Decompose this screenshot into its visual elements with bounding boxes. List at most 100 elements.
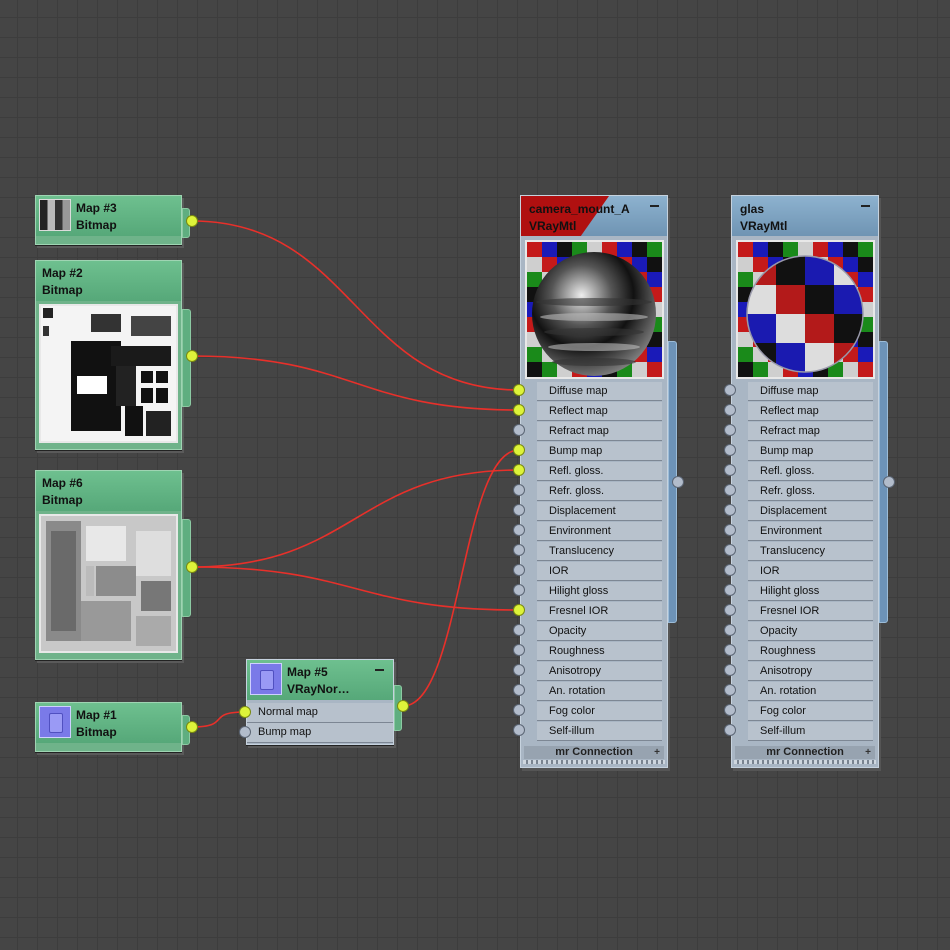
input-socket[interactable] [513, 664, 525, 676]
slot-hilight-gloss[interactable]: Hilight gloss [537, 582, 662, 601]
slot-refl-gloss[interactable]: Refl. gloss. [537, 462, 662, 481]
node-map-3[interactable]: Map #3 Bitmap [35, 195, 190, 245]
node-material-camera-mount-a[interactable]: camera_mount_A VRayMtl Diffuse map Reflec… [513, 195, 677, 768]
node-map-1[interactable]: Map #1 Bitmap [35, 702, 190, 752]
output-socket-map-2[interactable] [186, 350, 198, 362]
slot-fog-color[interactable]: Fog color [748, 702, 873, 721]
input-socket[interactable] [724, 624, 736, 636]
slot-diffuse-map[interactable]: Diffuse map [537, 382, 662, 401]
slot-displacement[interactable]: Displacement [748, 502, 873, 521]
slot-refract-map[interactable]: Refract map [537, 422, 662, 441]
input-socket[interactable] [724, 464, 736, 476]
input-socket[interactable] [513, 384, 525, 396]
slot-an-rotation[interactable]: An. rotation [748, 682, 873, 701]
input-socket[interactable] [513, 684, 525, 696]
input-socket[interactable] [513, 564, 525, 576]
slot-bump-map[interactable]: Bump map [247, 723, 393, 743]
slot-hilight-gloss[interactable]: Hilight gloss [748, 582, 873, 601]
slot-bump-map[interactable]: Bump map [537, 442, 662, 461]
slot-normal-map[interactable]: Normal map [247, 703, 393, 723]
slot-translucency[interactable]: Translucency [537, 542, 662, 561]
slot-reflect-map[interactable]: Reflect map [748, 402, 873, 421]
slot-opacity[interactable]: Opacity [748, 622, 873, 641]
minimize-button[interactable] [650, 205, 659, 207]
node-type: Bitmap [76, 218, 117, 232]
input-socket[interactable] [513, 444, 525, 456]
node-material-glas[interactable]: glas VRayMtl Diffuse map Reflect map Refra… [724, 195, 888, 768]
input-socket[interactable] [724, 544, 736, 556]
output-socket-map-6[interactable] [186, 561, 198, 573]
input-socket[interactable] [724, 504, 736, 516]
slot-anisotropy[interactable]: Anisotropy [748, 662, 873, 681]
slot-roughness[interactable]: Roughness [748, 642, 873, 661]
slot-ior[interactable]: IOR [748, 562, 873, 581]
input-socket[interactable] [724, 564, 736, 576]
slot-refract-map[interactable]: Refract map [748, 422, 873, 441]
input-socket[interactable] [513, 724, 525, 736]
input-socket[interactable] [724, 724, 736, 736]
output-socket-camera-mount-a[interactable] [672, 476, 684, 488]
slot-fresnel-ior[interactable]: Fresnel IOR [537, 602, 662, 621]
input-socket[interactable] [724, 424, 736, 436]
slot-opacity[interactable]: Opacity [537, 622, 662, 641]
input-socket[interactable] [513, 624, 525, 636]
input-socket[interactable] [513, 544, 525, 556]
input-socket[interactable] [724, 644, 736, 656]
input-socket[interactable] [513, 644, 525, 656]
slot-diffuse-map[interactable]: Diffuse map [748, 382, 873, 401]
minimize-button[interactable] [861, 205, 870, 207]
node-map-2[interactable]: Map #2 Bitmap [35, 260, 191, 450]
input-socket[interactable] [724, 664, 736, 676]
slot-displacement[interactable]: Displacement [537, 502, 662, 521]
input-socket[interactable] [724, 584, 736, 596]
slot-refr-gloss[interactable]: Refr. gloss. [537, 482, 662, 501]
minimize-button[interactable] [375, 669, 384, 671]
slot-fog-color[interactable]: Fog color [537, 702, 662, 721]
expand-icon[interactable]: + [654, 746, 660, 759]
slot-anisotropy[interactable]: Anisotropy [537, 662, 662, 681]
input-socket[interactable] [513, 464, 525, 476]
mr-connection-bar[interactable]: mr Connection + [524, 746, 664, 759]
slot-translucency[interactable]: Translucency [748, 542, 873, 561]
slot-refl-gloss[interactable]: Refl. gloss. [748, 462, 873, 481]
input-socket[interactable] [513, 424, 525, 436]
slot-self-illum[interactable]: Self-illum [537, 722, 662, 741]
slot-environment[interactable]: Environment [748, 522, 873, 541]
slot-roughness[interactable]: Roughness [537, 642, 662, 661]
input-socket[interactable] [724, 484, 736, 496]
input-socket-normal-map[interactable] [239, 706, 251, 718]
node-editor-canvas[interactable]: Map #3 Bitmap Map #2 Bitmap Map #6 Bitma… [0, 0, 950, 950]
node-map-6[interactable]: Map #6 Bitmap [35, 470, 191, 660]
input-socket[interactable] [513, 604, 525, 616]
input-socket[interactable] [724, 684, 736, 696]
input-socket[interactable] [513, 584, 525, 596]
input-socket[interactable] [513, 704, 525, 716]
output-socket-map-1[interactable] [186, 721, 198, 733]
slot-reflect-map[interactable]: Reflect map [537, 402, 662, 421]
slot-environment[interactable]: Environment [537, 522, 662, 541]
input-socket[interactable] [513, 504, 525, 516]
slot-label: Reflect map [549, 405, 608, 417]
input-socket[interactable] [724, 404, 736, 416]
input-socket[interactable] [513, 404, 525, 416]
output-socket-glas[interactable] [883, 476, 895, 488]
slot-bump-map[interactable]: Bump map [748, 442, 873, 461]
slot-an-rotation[interactable]: An. rotation [537, 682, 662, 701]
output-socket-map-5[interactable] [397, 700, 409, 712]
input-socket[interactable] [513, 484, 525, 496]
slot-ior[interactable]: IOR [537, 562, 662, 581]
slot-self-illum[interactable]: Self-illum [748, 722, 873, 741]
slot-fresnel-ior[interactable]: Fresnel IOR [748, 602, 873, 621]
output-socket-map-3[interactable] [186, 215, 198, 227]
input-socket[interactable] [724, 444, 736, 456]
input-socket[interactable] [724, 704, 736, 716]
input-socket-bump-map[interactable] [239, 726, 251, 738]
node-map-5[interactable]: Map #5 VRayNor… Normal map Bump map [246, 659, 402, 745]
input-socket[interactable] [724, 384, 736, 396]
input-socket[interactable] [513, 524, 525, 536]
mr-connection-bar[interactable]: mr Connection + [735, 746, 875, 759]
expand-icon[interactable]: + [865, 746, 871, 759]
input-socket[interactable] [724, 604, 736, 616]
input-socket[interactable] [724, 524, 736, 536]
slot-refr-gloss[interactable]: Refr. gloss. [748, 482, 873, 501]
